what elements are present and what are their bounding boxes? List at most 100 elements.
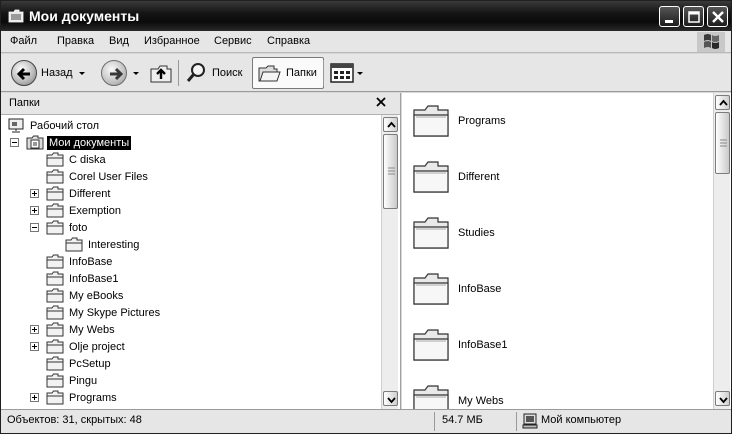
status-size: 54.7 МБ <box>442 414 483 426</box>
tree-item[interactable]: Мои документы <box>26 134 132 151</box>
up-button[interactable] <box>149 57 173 89</box>
tree-item[interactable]: Interesting <box>65 236 141 253</box>
tree-item-label: My eBooks <box>69 289 124 302</box>
expand-plus-icon[interactable] <box>30 189 39 198</box>
tree-item-label: foto <box>69 221 88 234</box>
folder-item[interactable]: InfoBase <box>412 267 501 311</box>
folder-item[interactable]: Programs <box>412 99 506 143</box>
maximize-button[interactable] <box>683 6 704 27</box>
folder-item[interactable]: InfoBase1 <box>412 323 508 367</box>
folder-icon <box>8 9 24 23</box>
folder-item[interactable]: Studies <box>412 211 495 255</box>
search-label: Поиск <box>212 67 243 79</box>
folder-item-label: Different <box>458 171 500 183</box>
folder-item[interactable]: Different <box>412 155 499 199</box>
tree-item[interactable]: InfoBase <box>46 253 114 270</box>
tree-item-label: Olje project <box>69 340 125 353</box>
menu-favorites[interactable]: Избранное <box>144 35 200 47</box>
tree-item-label: Рабочий стол <box>30 119 100 132</box>
window-title: Мои документы <box>29 8 140 24</box>
tree-item[interactable]: Exemption <box>46 202 123 219</box>
toolbar-separator <box>323 60 324 86</box>
folder-icon <box>413 217 449 249</box>
forward-button[interactable] <box>101 57 141 89</box>
menu-tools[interactable]: Сервис <box>214 35 252 47</box>
title-bar[interactable]: Мои документы <box>1 1 731 31</box>
scroll-down-button[interactable] <box>715 391 730 406</box>
tree-item[interactable]: My Skype Pictures <box>46 304 162 321</box>
views-button[interactable] <box>330 57 365 89</box>
tree-item[interactable]: PcSetup <box>46 355 113 372</box>
tree-item[interactable]: foto <box>46 219 89 236</box>
tree-item[interactable]: Olje project <box>46 338 127 355</box>
chevron-down-icon <box>357 72 363 75</box>
scroll-thumb[interactable] <box>383 134 398 209</box>
tree-item[interactable]: Рабочий стол <box>7 117 101 134</box>
forward-arrow-icon <box>101 60 127 86</box>
content-scrollbar[interactable] <box>713 93 730 409</box>
tree-item-label: My Webs <box>69 323 115 336</box>
folder-icon <box>413 329 449 361</box>
collapse-minus-icon[interactable] <box>30 223 39 232</box>
folder-icon <box>65 237 83 252</box>
tree-item[interactable]: My Webs <box>46 321 117 338</box>
scroll-down-button[interactable] <box>383 391 398 406</box>
grip-icon <box>388 167 395 175</box>
folders-button[interactable]: Папки <box>252 57 324 89</box>
explorer-window: Мои документы Файл Правка Вид Избранное … <box>0 0 732 434</box>
tree-scrollbar[interactable] <box>381 115 398 409</box>
tree-item[interactable]: C diska <box>46 151 108 168</box>
folder-item-label: My Webs <box>458 395 504 407</box>
folder-item-label: InfoBase <box>458 283 502 295</box>
tree-item-label: Pingu <box>69 374 98 387</box>
close-icon[interactable] <box>374 95 388 109</box>
search-button[interactable]: Поиск <box>185 57 242 89</box>
tree-item-label: My Skype Pictures <box>69 306 161 319</box>
collapse-minus-icon[interactable] <box>10 138 19 147</box>
menu-view[interactable]: Вид <box>109 35 129 47</box>
folder-icon <box>46 390 64 405</box>
menu-bar: Файл Правка Вид Избранное Сервис Справка <box>1 31 731 53</box>
view-grid-icon <box>330 63 354 83</box>
expand-plus-icon[interactable] <box>30 342 39 351</box>
folder-icon <box>46 373 64 388</box>
arrow-up-icon <box>387 121 396 128</box>
scroll-up-button[interactable] <box>383 117 398 132</box>
scroll-thumb[interactable] <box>715 112 730 174</box>
tree-item[interactable]: My eBooks <box>46 287 125 304</box>
scroll-up-button[interactable] <box>715 95 730 110</box>
windows-logo-icon <box>697 32 725 52</box>
tree-item[interactable]: Corel User Files <box>46 168 150 185</box>
expand-plus-icon[interactable] <box>30 206 39 215</box>
back-label: Назад <box>41 67 73 79</box>
tree-item[interactable]: InfoBase1 <box>46 270 121 287</box>
folders-pane-header: Папки <box>1 93 400 115</box>
folder-item-label: InfoBase1 <box>458 339 508 351</box>
tree-item[interactable]: Programs <box>46 389 119 406</box>
tree-item-label: Programs <box>69 391 117 404</box>
back-button[interactable]: Назад <box>11 57 87 89</box>
tree-item[interactable]: Different <box>46 185 112 202</box>
tree-item-label: Corel User Files <box>69 170 148 183</box>
folder-icon <box>46 339 64 354</box>
toolbar-separator <box>178 60 179 86</box>
toolbar: Назад Поиск Папки <box>1 54 731 92</box>
folder-tree: Рабочий стол Мои документы C diska Corel Us… <box>1 115 381 409</box>
status-objects: Объектов: 31, скрытых: 48 <box>7 414 142 426</box>
tree-item[interactable]: Pingu <box>46 372 99 389</box>
minimize-button[interactable] <box>659 6 680 27</box>
folder-icon <box>46 254 64 269</box>
tree-item-label: InfoBase1 <box>69 272 119 285</box>
expand-plus-icon[interactable] <box>30 393 39 402</box>
menu-edit[interactable]: Правка <box>57 35 94 47</box>
close-button[interactable] <box>707 6 728 27</box>
chevron-down-icon <box>133 72 139 75</box>
expand-plus-icon[interactable] <box>30 325 39 334</box>
tree-item-label: PcSetup <box>69 357 111 370</box>
folder-icon <box>46 305 64 320</box>
menu-help[interactable]: Справка <box>267 35 310 47</box>
folder-icon <box>413 105 449 137</box>
status-location: Мой компьютер <box>541 414 622 426</box>
folder-icon <box>46 356 64 371</box>
menu-file[interactable]: Файл <box>10 35 37 47</box>
